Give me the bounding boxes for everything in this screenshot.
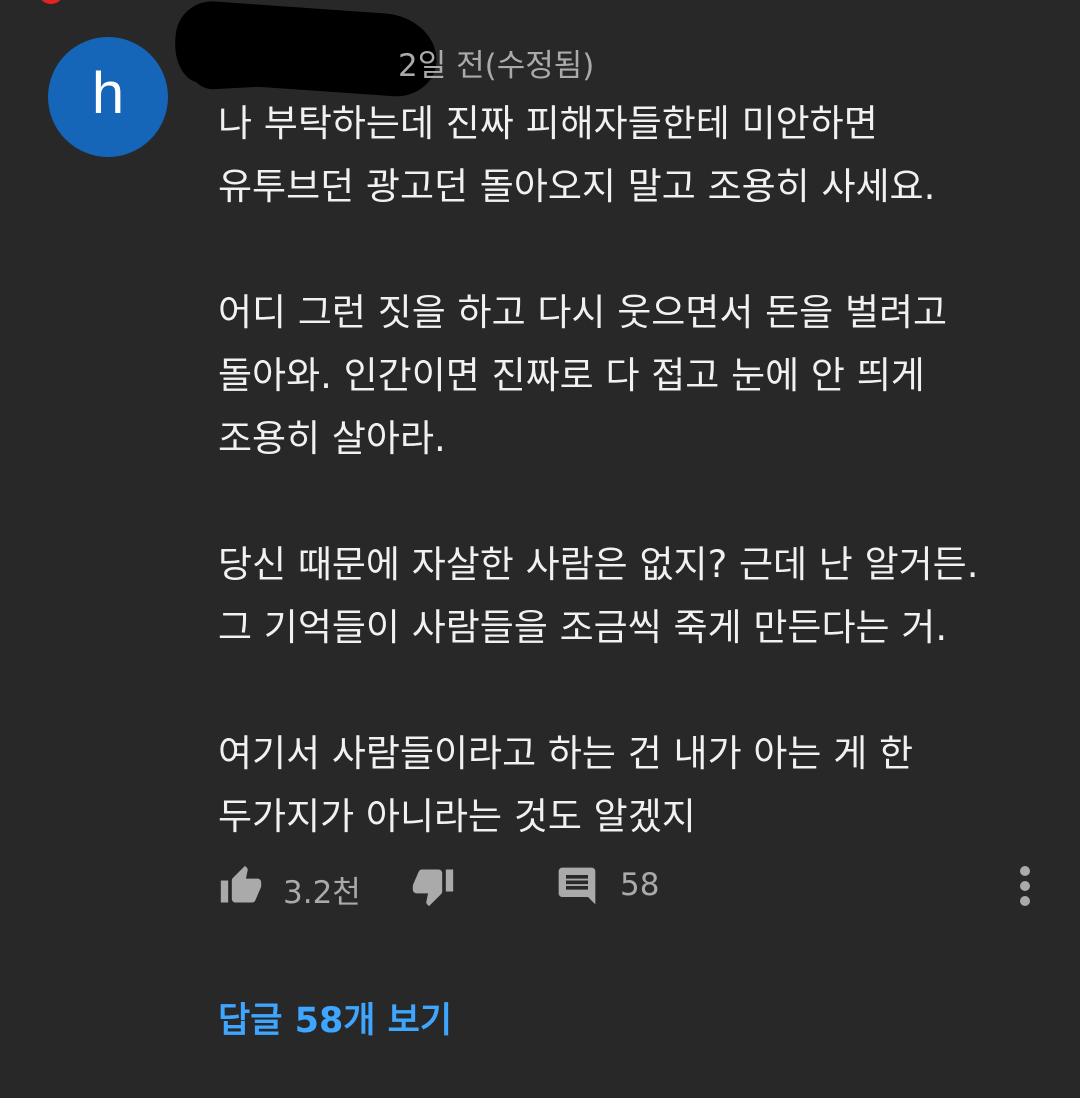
comment-timestamp: 2일 전(수정됨)	[398, 48, 595, 84]
reply-button[interactable]	[550, 858, 604, 914]
thumb-down-icon	[412, 869, 454, 907]
comment-line: 그 기억들이 사람들을 조금씩 죽게 만든다는 거.	[218, 606, 948, 649]
comment-line: 조용히 살아라.	[218, 417, 446, 460]
more-options-button[interactable]	[1010, 858, 1040, 914]
like-button[interactable]	[214, 858, 268, 914]
dislike-button[interactable]	[406, 858, 460, 914]
more-vertical-icon	[1020, 866, 1030, 906]
comment-line: 당신 때문에 자살한 사람은 없지? 근데 난 알거든.	[218, 543, 979, 586]
comment-screen: h 2일 전(수정됨) 나 부탁하는데 진짜 피해자들한테 미안하면 유투브던 …	[0, 0, 1080, 1098]
comment-line: 유투브던 광고던 돌아오지 말고 조용히 사세요.	[218, 165, 936, 208]
comment-line: 여기서 사람들이라고 하는 건 내가 아는 게 한	[218, 732, 914, 775]
comment-line: 돌아와. 인간이면 진짜로 다 접고 눈에 안 띄게	[218, 354, 925, 397]
avatar-letter: h	[91, 61, 125, 126]
comment-body: 나 부탁하는데 진짜 피해자들한테 미안하면 유투브던 광고던 돌아오지 말고 …	[218, 92, 1048, 848]
notification-dot	[38, 0, 64, 4]
comment-line: 두가지가 아니라는 것도 알겠지	[218, 795, 696, 838]
like-count: 3.2천	[283, 875, 361, 911]
comment-paragraph: 당신 때문에 자살한 사람은 없지? 근데 난 알거든. 그 기억들이 사람들을…	[218, 533, 1048, 659]
comment-action-bar: 3.2천 58	[214, 858, 1044, 914]
comment-paragraph: 나 부탁하는데 진짜 피해자들한테 미안하면 유투브던 광고던 돌아오지 말고 …	[218, 92, 1048, 218]
view-replies-link[interactable]: 답글 58개 보기	[218, 992, 452, 1043]
avatar[interactable]: h	[48, 37, 168, 157]
reply-count: 58	[620, 867, 660, 903]
comment-line: 나 부탁하는데 진짜 피해자들한테 미안하면	[218, 102, 878, 145]
comment-line: 어디 그런 짓을 하고 다시 웃으면서 돈을 벌려고	[218, 291, 948, 334]
thumb-up-icon	[220, 865, 262, 903]
comment-paragraph: 어디 그런 짓을 하고 다시 웃으면서 돈을 벌려고 돌아와. 인간이면 진짜로…	[218, 281, 1048, 470]
comment-paragraph: 여기서 사람들이라고 하는 건 내가 아는 게 한 두가지가 아니라는 것도 알…	[218, 722, 1048, 848]
comment-icon	[558, 867, 596, 905]
